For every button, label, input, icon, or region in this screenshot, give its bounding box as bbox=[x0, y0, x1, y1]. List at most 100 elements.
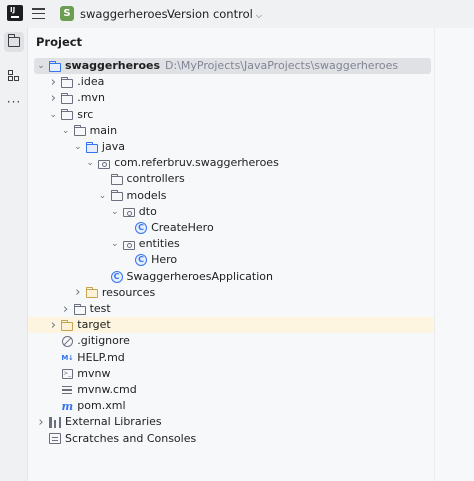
project-path: D:\MyProjects\JavaProjects\swaggerheroes bbox=[165, 59, 399, 72]
tree-item-main[interactable]: ⌄ main bbox=[28, 123, 434, 139]
tree-item-test[interactable]: › test bbox=[28, 301, 434, 317]
tree-item-label: Hero bbox=[151, 253, 178, 267]
tree-item-resources[interactable]: › resources bbox=[28, 285, 434, 301]
folder-icon bbox=[73, 125, 86, 137]
class-icon: C bbox=[135, 222, 148, 234]
tree-item-hero[interactable]: C Hero bbox=[28, 252, 434, 268]
tree-item-label: .gitignore bbox=[77, 334, 130, 348]
tree-item-src[interactable]: ⌄ src bbox=[28, 107, 434, 123]
chevron-down-icon[interactable]: ⌄ bbox=[36, 58, 46, 74]
tree-item-label: CreateHero bbox=[151, 221, 214, 234]
tree-item-label: target bbox=[77, 318, 111, 332]
libraries-icon bbox=[49, 416, 61, 428]
shell-file-icon: >_ bbox=[61, 368, 73, 379]
tree-item-createhero[interactable]: C CreateHero bbox=[28, 220, 434, 236]
vcs-label: Version control bbox=[167, 7, 253, 21]
package-icon bbox=[98, 157, 111, 169]
chevron-down-icon[interactable]: ⌄ bbox=[48, 107, 58, 123]
tree-item-gitignore[interactable]: .gitignore bbox=[28, 333, 434, 349]
tree-item-models[interactable]: ⌄ models bbox=[28, 188, 434, 204]
tree-item-label: java bbox=[101, 140, 125, 153]
class-icon: C bbox=[135, 254, 148, 267]
folder-icon bbox=[110, 173, 123, 185]
project-badge[interactable]: S bbox=[60, 6, 74, 21]
chevron-right-icon[interactable]: › bbox=[48, 317, 58, 333]
chevron-right-icon[interactable]: › bbox=[61, 301, 71, 317]
text-file-icon bbox=[61, 384, 73, 396]
tree-item-text: HELP.md bbox=[77, 351, 124, 365]
chevron-right-icon[interactable]: › bbox=[36, 414, 46, 430]
tree-item-label: test bbox=[89, 302, 111, 315]
project-tool-button[interactable] bbox=[4, 32, 24, 52]
package-icon bbox=[122, 206, 135, 218]
chevron-right-icon[interactable]: › bbox=[73, 285, 83, 301]
project-switcher[interactable]: swaggerheroes ⌵ bbox=[80, 7, 177, 21]
tree-item-pom-xml[interactable]: m pom.xml bbox=[28, 398, 434, 414]
jetbrains-logo-icon[interactable]: IJ bbox=[7, 5, 23, 21]
chevron-down-icon: ⌵ bbox=[255, 11, 262, 20]
chevron-down-icon[interactable]: ⌄ bbox=[85, 155, 95, 171]
excluded-folder-icon bbox=[61, 319, 74, 331]
tree-item-label: mvnw bbox=[77, 366, 111, 380]
more-tools-button[interactable]: ··· bbox=[4, 92, 24, 112]
tree-item-label: src bbox=[77, 107, 94, 121]
tree-item-label: SwaggerheroesApplication bbox=[126, 269, 274, 283]
chevron-down-icon[interactable]: ⌄ bbox=[73, 139, 83, 155]
tree-item-text: main bbox=[90, 124, 117, 138]
tree-item-dto[interactable]: ⌄ dto bbox=[28, 204, 434, 220]
module-folder-icon bbox=[49, 60, 61, 72]
project-folder-icon bbox=[8, 34, 20, 47]
tree-item-entities[interactable]: ⌄ entities bbox=[28, 236, 434, 252]
ignore-file-icon bbox=[61, 335, 73, 347]
version-control-menu[interactable]: Version control ⌵ bbox=[167, 7, 262, 21]
tree-item-text: mvnw bbox=[77, 367, 110, 381]
tree-item-label: mvnw.cmd bbox=[77, 383, 137, 396]
scratches-icon bbox=[49, 433, 61, 445]
tree-item-text: mvnw.cmd bbox=[77, 383, 136, 397]
tree-item-label: com.referbruv.swaggerheroes bbox=[114, 156, 279, 170]
chevron-down-icon[interactable]: ⌄ bbox=[110, 204, 120, 220]
title-bar: IJ S swaggerheroes ⌵ Version control ⌵ bbox=[0, 0, 474, 28]
tree-item-label: HELP.md bbox=[77, 350, 125, 364]
tree-item-label: pom.xml bbox=[77, 399, 126, 413]
chevron-down-icon[interactable]: ⌄ bbox=[61, 123, 71, 139]
more-icon: ··· bbox=[6, 95, 22, 109]
tree-item-mvnw[interactable]: >_ mvnw bbox=[28, 366, 434, 382]
hamburger-menu-icon[interactable] bbox=[32, 8, 45, 19]
tree-item-help-md[interactable]: M↓ HELP.md bbox=[28, 350, 434, 366]
tree-item-external-libraries[interactable]: › External Libraries bbox=[28, 414, 434, 430]
tree-item-java[interactable]: ⌄ java bbox=[28, 139, 434, 155]
chevron-right-icon[interactable]: › bbox=[48, 74, 58, 90]
project-panel: Project ⌄ swaggerheroes D:\MyProjects\Java… bbox=[28, 28, 434, 481]
tree-item-scratches-and-consoles[interactable]: Scratches and Consoles bbox=[28, 431, 434, 447]
folder-icon bbox=[61, 92, 74, 104]
tree-item-text: controllers bbox=[127, 172, 185, 186]
tree-item-swaggerheroes[interactable]: ⌄ swaggerheroes D:\MyProjects\JavaProjects… bbox=[34, 58, 431, 74]
chevron-right-icon[interactable]: › bbox=[48, 90, 58, 106]
tree-item-label: entities bbox=[138, 237, 180, 251]
tree-item-text: com.referbruv.swaggerheroes bbox=[114, 156, 279, 170]
tree-item-label: .mvn bbox=[77, 91, 105, 105]
tree-item-text: .mvn bbox=[77, 91, 105, 105]
chevron-down-icon[interactable]: ⌄ bbox=[98, 188, 108, 204]
chevron-down-icon[interactable]: ⌄ bbox=[110, 236, 120, 252]
tree-item-text: src bbox=[77, 108, 93, 122]
folder-icon bbox=[61, 109, 74, 121]
tree-item-controllers[interactable]: controllers bbox=[28, 171, 434, 187]
tree-item-target[interactable]: › target bbox=[28, 317, 434, 334]
tree-item-text: pom.xml bbox=[77, 399, 125, 413]
tree-item-com-referbruv-swaggerheroes[interactable]: ⌄ com.referbruv.swaggerheroes bbox=[28, 155, 434, 171]
tree-item-swaggerheroesapplication[interactable]: C SwaggerheroesApplication bbox=[28, 269, 434, 285]
tree-item-label: .idea bbox=[77, 75, 105, 89]
tree-item-mvnw-cmd[interactable]: mvnw.cmd bbox=[28, 382, 434, 398]
tree-item-text: resources bbox=[102, 286, 155, 300]
tree-item-label: Scratches and Consoles bbox=[65, 431, 197, 445]
structure-tool-button[interactable] bbox=[4, 66, 24, 86]
tree-item-text: java bbox=[102, 140, 125, 154]
tree-item-idea[interactable]: › .idea bbox=[28, 74, 434, 90]
folder-icon bbox=[73, 303, 86, 315]
tree-item-text: SwaggerheroesApplication bbox=[127, 270, 274, 284]
left-tool-strip: ··· bbox=[0, 28, 28, 481]
tree-item-mvn[interactable]: › .mvn bbox=[28, 90, 434, 106]
tree-item-label: main bbox=[89, 123, 118, 137]
